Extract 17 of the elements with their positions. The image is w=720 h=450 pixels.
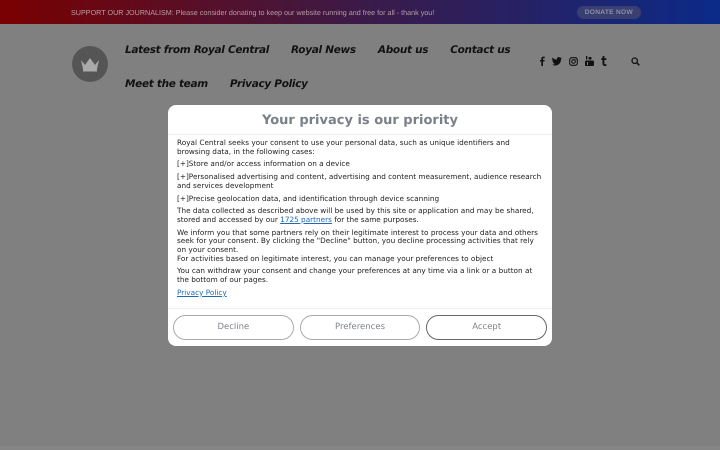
nav-link[interactable]: Meet the team [125,74,208,94]
option-button[interactable]: Preferences [300,314,420,340]
nav-link[interactable]: Privacy Policy [230,74,308,94]
dialog-title: Your privacy is our priority [168,105,552,135]
bird-icon[interactable] [552,56,562,66]
option-button[interactable]: Decline [173,314,294,340]
accept-button[interactable]: Accept [426,314,548,340]
crown-icon [79,56,101,72]
camera-icon[interactable] [569,56,578,66]
nav-link[interactable]: About us [378,40,428,60]
search-icon[interactable] [631,56,640,66]
nav-link[interactable]: Latest from Royal Central [125,40,270,60]
tumblr-icon[interactable] [601,56,607,66]
nav-link[interactable]: Royal News [291,40,356,60]
nav-link[interactable]: Contact us [450,40,510,60]
facebook-icon[interactable] [539,56,545,66]
crown-logo[interactable] [72,46,108,82]
